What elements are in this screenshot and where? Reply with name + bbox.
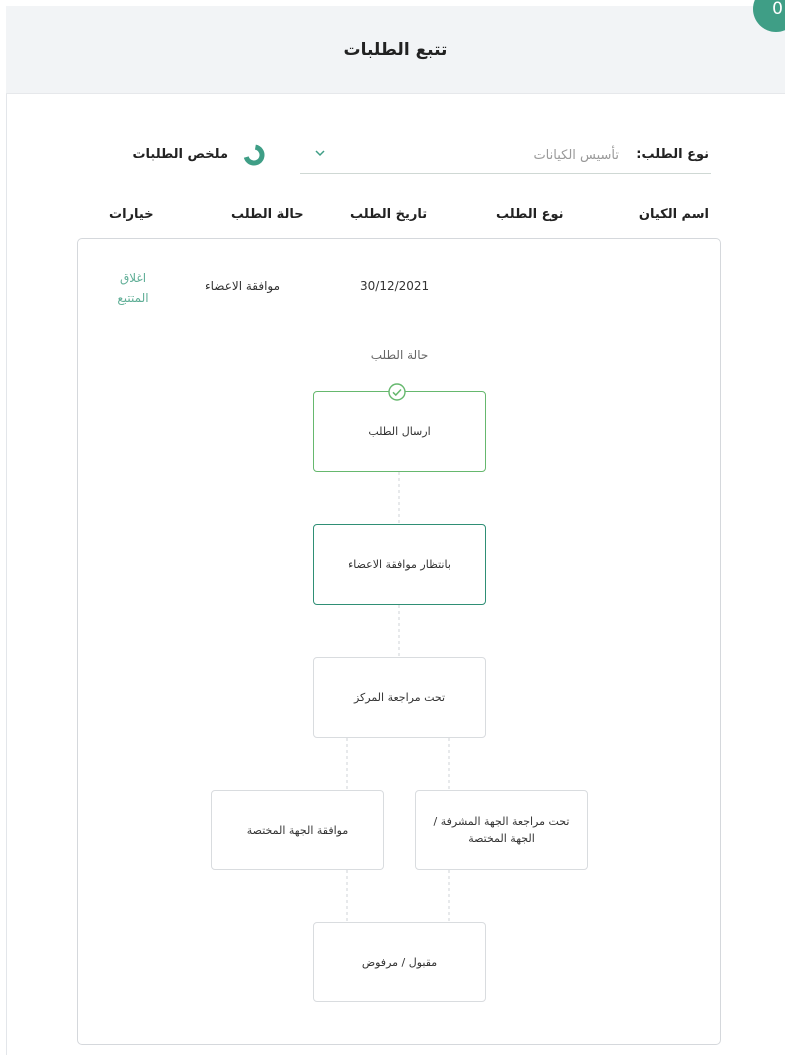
flow-step-submitted: ارسال الطلب — [313, 391, 486, 472]
flow-title: حالة الطلب — [0, 348, 785, 362]
page-title: تتبع الطلبات — [343, 40, 448, 60]
flow-step-center-review: تحت مراجعة المركز — [313, 657, 486, 738]
column-request-type: نوع الطلب — [496, 207, 564, 222]
flow-step-supervisor-review: تحت مراجعة الجهة المشرفة / الجهة المختصة — [415, 790, 588, 870]
page-header: تتبع الطلبات — [6, 6, 785, 94]
requests-summary-label: ملخص الطلبات — [132, 147, 228, 162]
column-request-status: حالة الطلب — [231, 207, 304, 222]
request-type-select[interactable]: تأسيس الكيانات — [300, 138, 711, 174]
requests-summary-link[interactable]: ملخص الطلبات — [126, 143, 266, 167]
flow-step-final: مقبول / مرفوض — [313, 922, 486, 1002]
column-request-date: تاريخ الطلب — [350, 207, 428, 222]
request-type-value: تأسيس الكيانات — [533, 148, 619, 163]
flow-title-text: حالة الطلب — [370, 348, 429, 362]
check-circle-icon — [388, 383, 406, 401]
column-options: خيارات — [109, 207, 154, 222]
flow-step-authority-approval: موافقة الجهة المختصة — [211, 790, 384, 870]
close-tracker-link[interactable]: اغلاق المتتبع — [108, 268, 158, 308]
donut-chart-icon — [242, 143, 266, 167]
column-entity-name: اسم الكيان — [638, 207, 709, 222]
chevron-down-icon — [314, 147, 326, 162]
row-request-date: 30/12/2021 — [360, 279, 430, 293]
row-request-status: موافقة الاعضاء — [205, 279, 281, 293]
flow-step-awaiting-members: بانتظار موافقة الاعضاء — [313, 524, 486, 605]
